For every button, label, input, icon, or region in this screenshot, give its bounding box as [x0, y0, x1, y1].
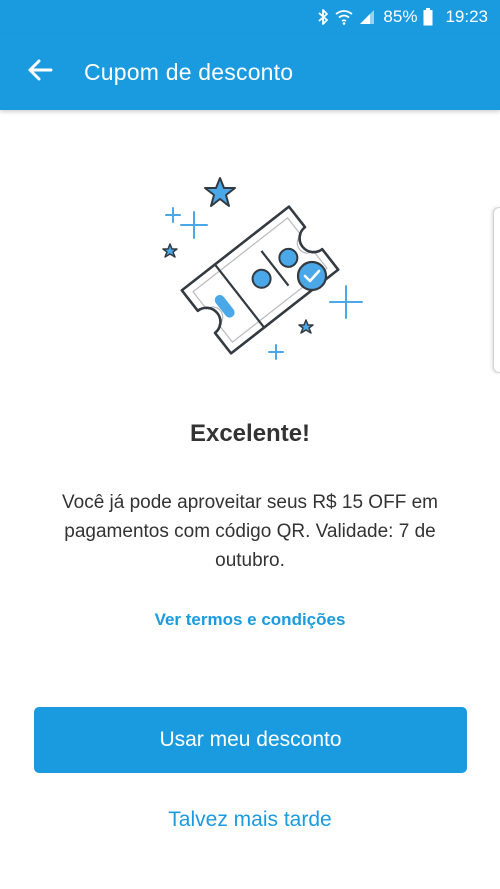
app-bar: Cupom de desconto	[0, 34, 500, 110]
scroll-handle[interactable]	[493, 207, 500, 373]
discount-ticket-icon	[150, 170, 370, 370]
battery-icon	[423, 8, 433, 26]
status-clock: 19:23	[445, 7, 488, 26]
back-button[interactable]	[20, 52, 60, 92]
signal-icon	[359, 9, 375, 25]
maybe-later-link[interactable]: Talvez mais tarde	[0, 808, 500, 832]
arrow-left-icon	[27, 58, 53, 87]
page-title: Cupom de desconto	[84, 58, 294, 85]
bluetooth-icon	[317, 8, 329, 26]
terms-link[interactable]: Ver termos e condições	[0, 610, 500, 630]
wifi-icon	[335, 9, 353, 25]
battery-percentage: 85%	[383, 7, 418, 26]
use-discount-button[interactable]: Usar meu desconto	[34, 707, 467, 773]
status-bar: 85% 19:23	[0, 0, 500, 34]
headline: Excelente!	[189, 420, 311, 447]
coupon-description: Você já pode aproveitar seus R$ 15 OFF e…	[62, 492, 438, 571]
